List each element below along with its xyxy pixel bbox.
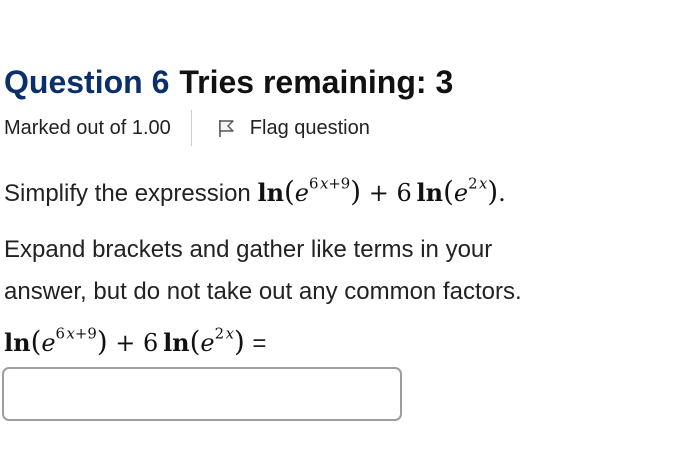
e-4: e <box>200 329 215 357</box>
e-1: e <box>294 179 309 207</box>
plus: + <box>368 179 389 207</box>
question-info: Marked out of 1.00 Flag question <box>4 110 370 146</box>
exp1-var-2: x <box>66 324 75 343</box>
plus-2: + <box>115 329 136 357</box>
question-prompt: Simplify the expression ln(e6 x+9) + 6 l… <box>4 170 506 216</box>
exp1-coef: 6 <box>309 174 319 193</box>
ln-4: ln <box>163 328 190 357</box>
coef: 6 <box>396 179 412 207</box>
exp2-coef: 2 <box>468 174 478 193</box>
instruction-line-1: Expand brackets and gather like terms in… <box>4 236 493 263</box>
exp2-coef-2: 2 <box>214 324 225 343</box>
flag-label: Flag question <box>249 116 370 139</box>
divider <box>190 110 192 146</box>
question-header: Question 6 Tries remaining: 3 <box>4 60 453 104</box>
equals-sign: = <box>252 330 267 357</box>
answer-input[interactable] <box>2 367 402 421</box>
ln-1: ln <box>257 178 285 207</box>
exp1-coef-2: 6 <box>55 324 66 343</box>
expression: ln(e6 x+9) + 6 ln(e2 x). <box>257 174 506 208</box>
exp1-tail-2: +9 <box>74 324 97 343</box>
end-period: . <box>498 179 506 207</box>
prompt-intro: Simplify the expression <box>4 180 251 207</box>
answer-label: ln(e6 x+9) + 6 ln(e2 x) = <box>4 320 266 366</box>
exp1-tail: +9 <box>328 174 351 193</box>
instruction-line-2: answer, but do not take out any common f… <box>4 278 522 305</box>
e-2: e <box>453 179 469 207</box>
question-number: Question 6 <box>4 64 170 100</box>
ln-2: ln <box>416 178 444 207</box>
flag-icon <box>218 120 234 137</box>
e-3: e <box>41 329 56 357</box>
tries-remaining: Tries remaining: 3 <box>179 64 454 100</box>
flag-question-button[interactable]: Flag question <box>216 117 370 140</box>
ln-3: ln <box>4 328 31 357</box>
marked-out-of: Marked out of 1.00 <box>4 116 171 139</box>
exp2-var-2: x <box>225 324 234 343</box>
answer-expression: ln(e6 x+9) + 6 ln(e2 x) <box>4 324 245 358</box>
coef-2: 6 <box>142 329 159 357</box>
